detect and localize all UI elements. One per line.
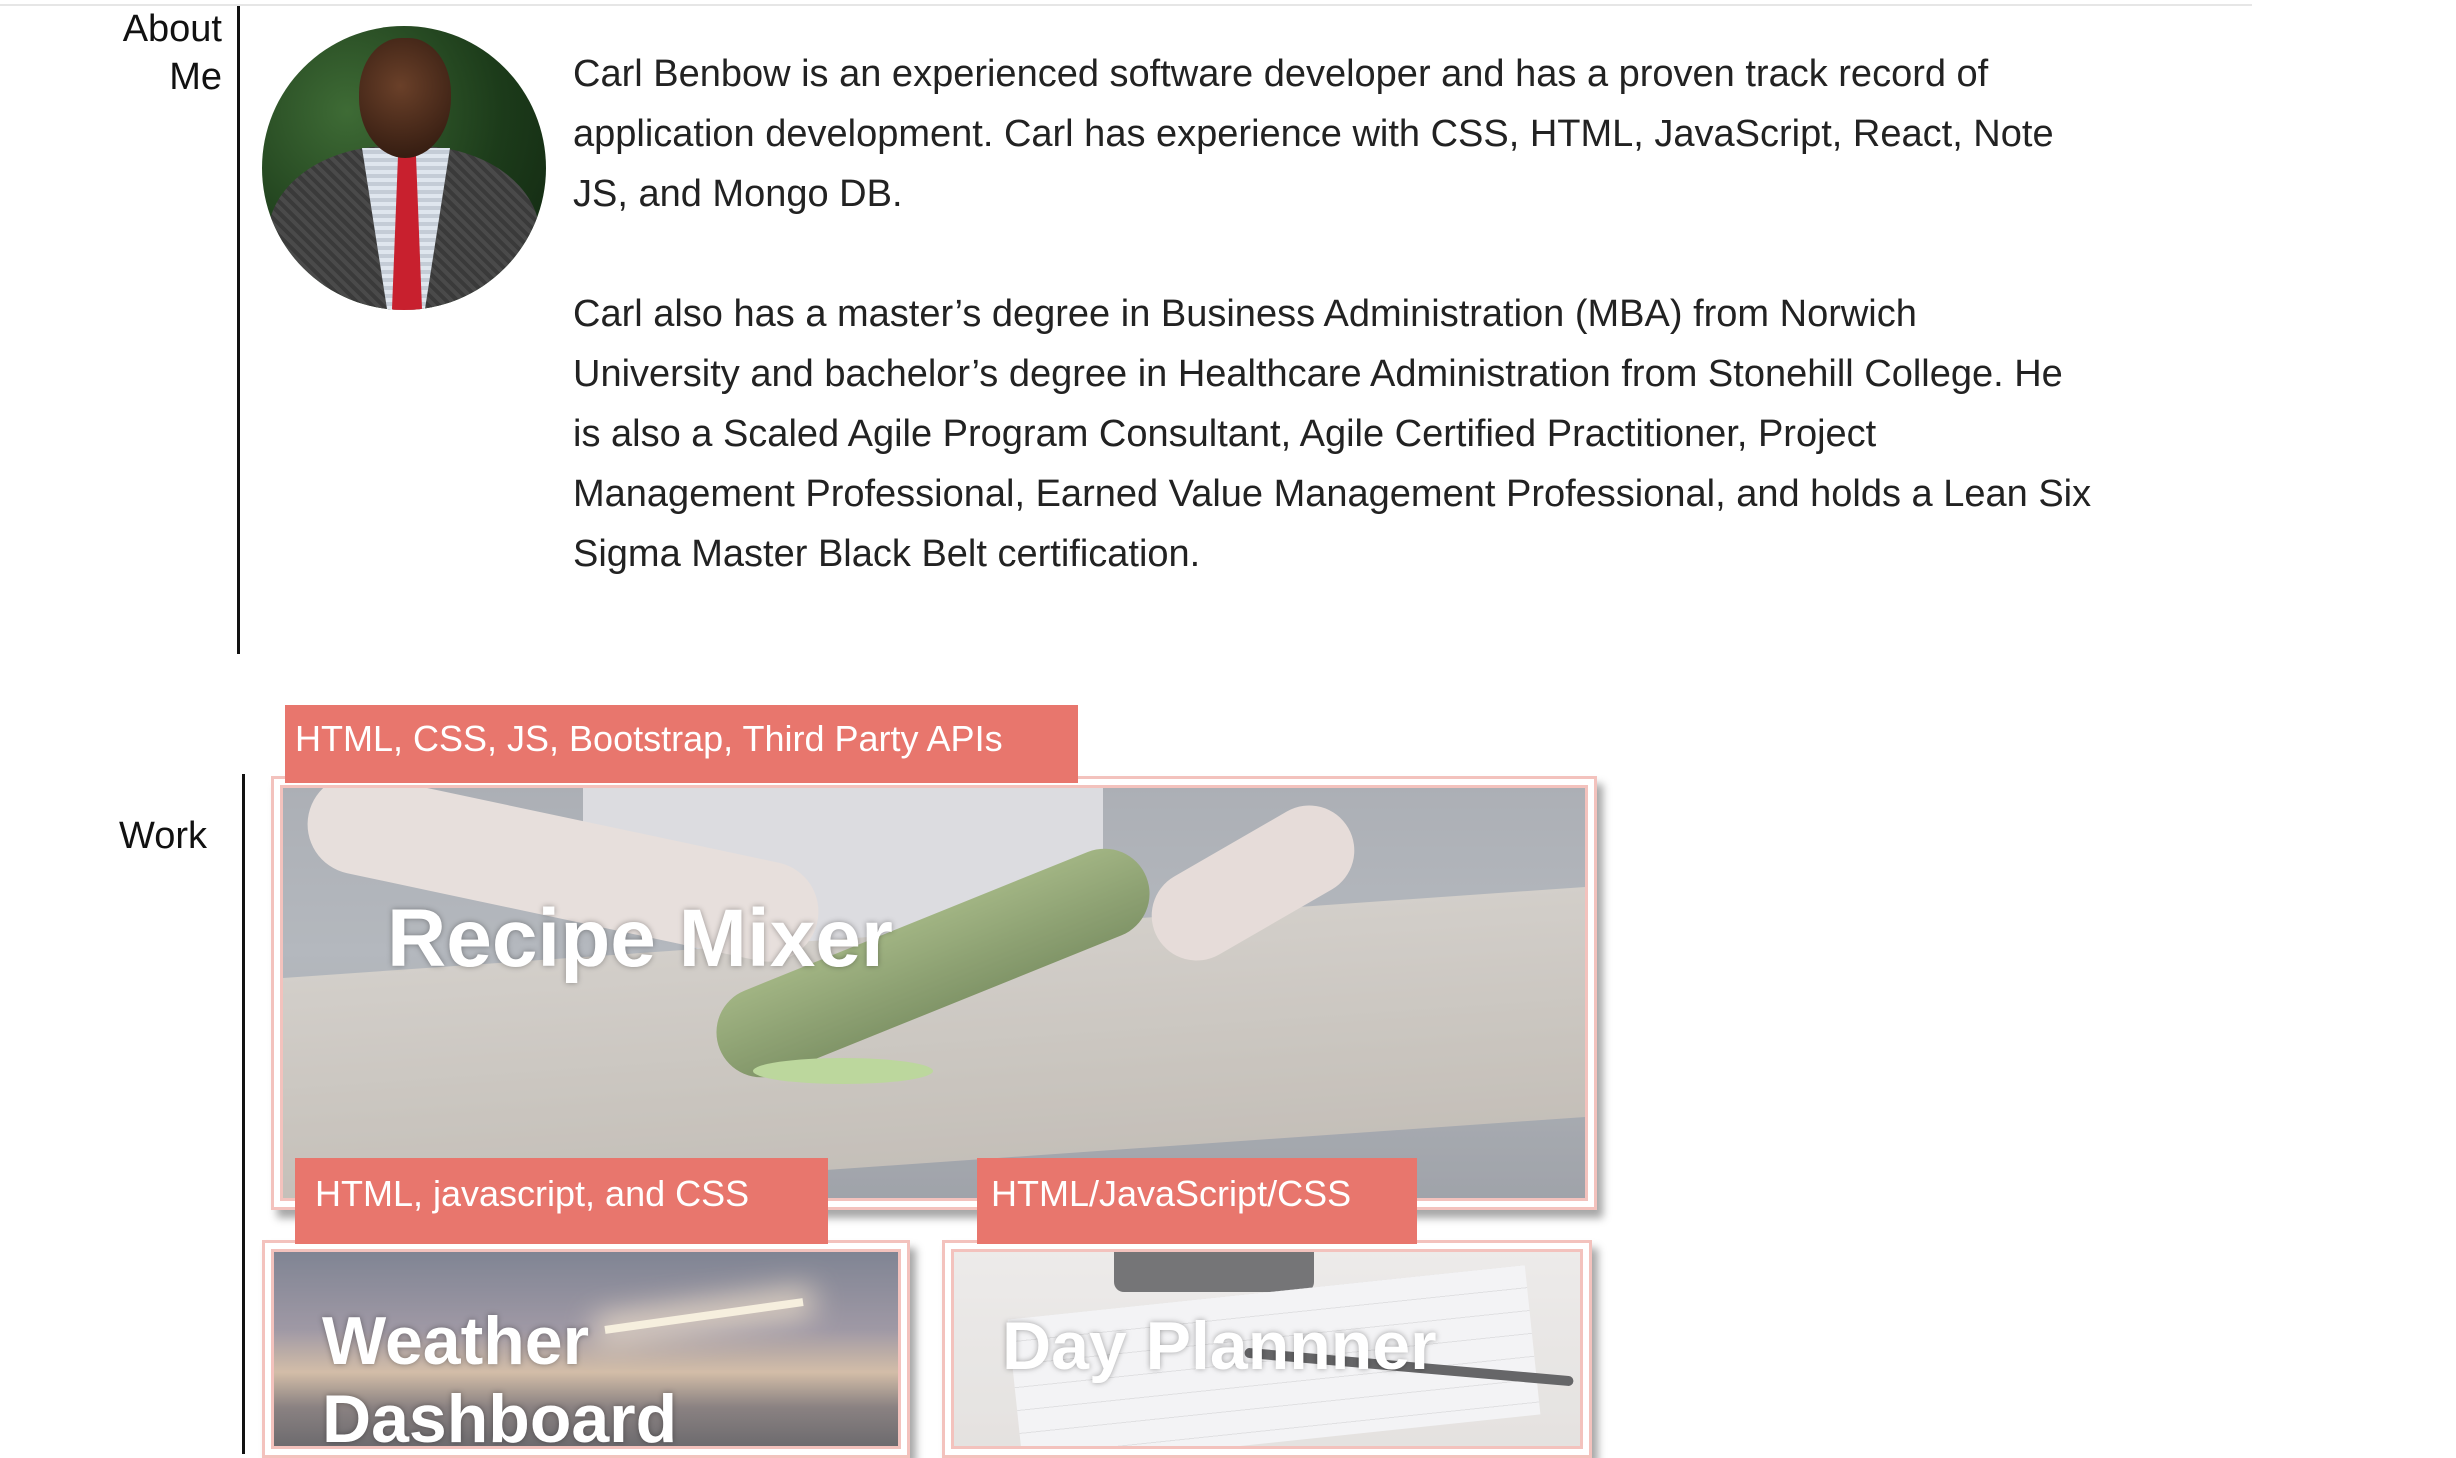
about-label-line1: About <box>122 8 222 50</box>
about-me-heading: About Me <box>80 5 222 101</box>
recipe-mixer-title: Recipe Mixer <box>387 893 893 984</box>
weather-dashboard-tag: HTML, javascript, and CSS <box>295 1158 828 1244</box>
bio-paragraph-2: Carl also has a master’s degree in Busin… <box>573 293 2092 575</box>
project-card-day-planner[interactable]: Day Plannner <box>942 1240 1592 1458</box>
about-vertical-rule <box>237 6 240 654</box>
work-vertical-rule <box>242 774 245 1454</box>
day-planner-tag: HTML/JavaScript/CSS <box>977 1158 1417 1244</box>
about-label-line2: Me <box>169 56 222 98</box>
weather-title-line2: Dashboard <box>322 1381 678 1449</box>
bio-text: Carl Benbow is an experienced software d… <box>573 44 2093 644</box>
recipe-mixer-tag: HTML, CSS, JS, Bootstrap, Third Party AP… <box>285 705 1078 783</box>
weather-title-line1: Weather <box>322 1303 590 1379</box>
top-divider <box>0 4 2252 6</box>
project-card-weather-dashboard[interactable]: Weather Dashboard <box>262 1240 910 1458</box>
profile-photo <box>262 26 546 310</box>
weather-dashboard-title: Weather Dashboard <box>322 1302 678 1449</box>
day-planner-title: Day Plannner <box>1002 1308 1437 1384</box>
project-card-recipe-mixer[interactable]: Recipe Mixer <box>271 776 1597 1210</box>
work-heading: Work <box>119 815 207 857</box>
bio-paragraph-1: Carl Benbow is an experienced software d… <box>573 53 2054 215</box>
